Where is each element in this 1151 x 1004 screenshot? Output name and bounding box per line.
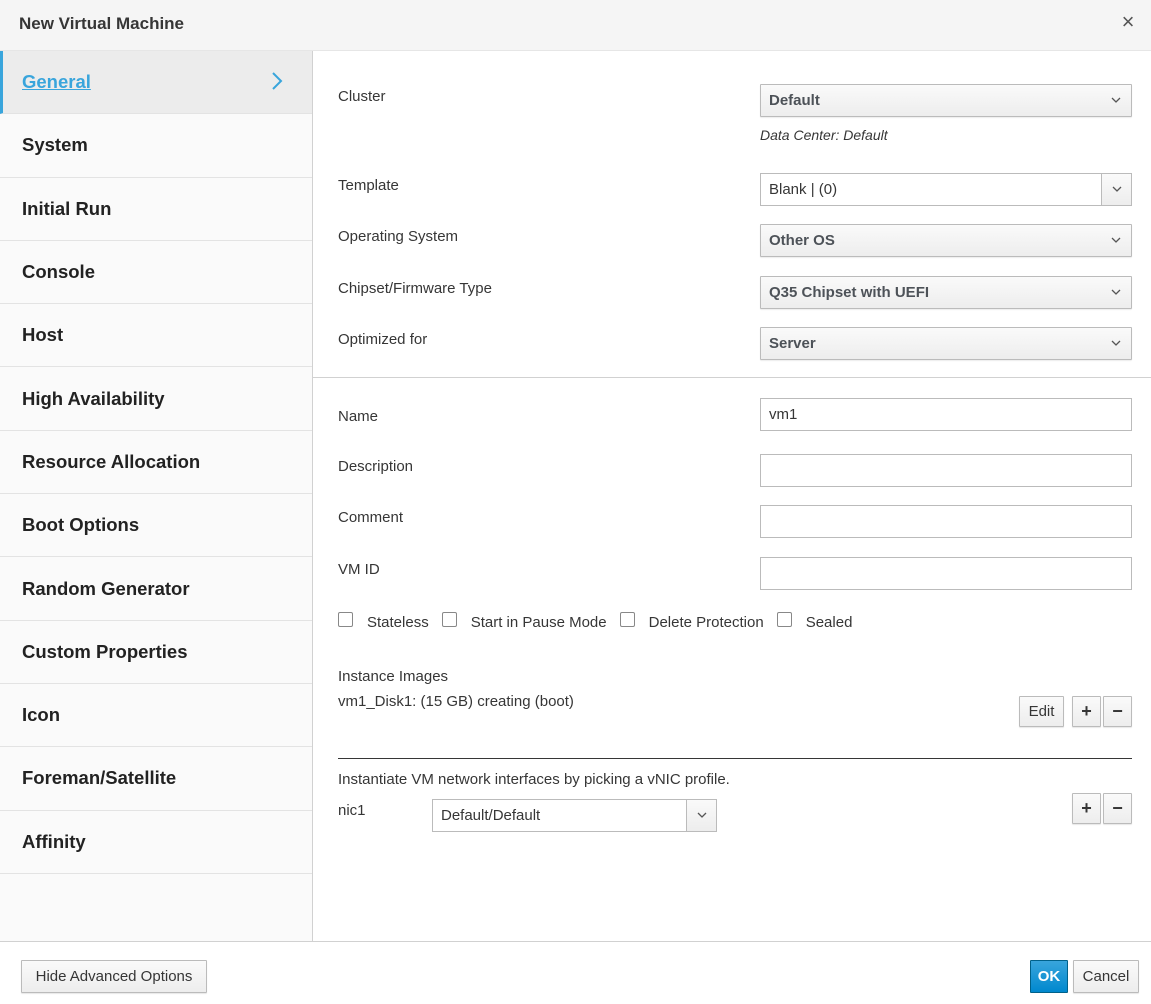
nic1-profile-value: Default/Default	[441, 807, 541, 824]
chipset-label: Chipset/Firmware Type	[338, 280, 492, 297]
sidebar-item-system[interactable]: System	[0, 114, 312, 178]
sidebar-item-resource-allocation[interactable]: Resource Allocation	[0, 430, 312, 495]
pause-mode-label: Start in Pause Mode	[470, 613, 607, 631]
sidebar-item-label: Foreman/Satellite	[22, 767, 177, 789]
sidebar-item-label: Console	[22, 261, 95, 283]
chevron-right-icon	[272, 72, 283, 90]
minus-icon: −	[1112, 701, 1123, 721]
disk-entry: vm1_Disk1: (15 GB) creating (boot)	[338, 693, 574, 710]
edit-disk-button[interactable]: Edit	[1019, 696, 1064, 727]
sidebar-item-initial-run[interactable]: Initial Run	[0, 177, 312, 241]
sidebar-item-label: Initial Run	[22, 197, 112, 219]
sidebar-item-icon[interactable]: Icon	[0, 683, 312, 748]
template-dropdown-button[interactable]	[1101, 174, 1131, 205]
sidebar-item-label: High Availability	[22, 387, 165, 409]
nic1-label: nic1	[338, 802, 366, 819]
vm-flags: Stateless Start in Pause Mode Delete Pro…	[338, 611, 865, 633]
sidebar-item-label: Affinity	[22, 830, 86, 852]
sidebar-item-console[interactable]: Console	[0, 240, 312, 305]
vm-id-label: VM ID	[338, 561, 380, 578]
chevron-down-icon	[1111, 289, 1121, 295]
optimized-label: Optimized for	[338, 331, 428, 348]
sidebar-item-label: General	[22, 71, 91, 93]
minus-icon: −	[1112, 798, 1123, 818]
plus-icon: +	[1081, 701, 1092, 721]
stateless-checkbox[interactable]	[338, 611, 353, 627]
os-label: Operating System	[338, 228, 459, 245]
vnic-intro: Instantiate VM network interfaces by pic…	[338, 771, 730, 788]
sidebar-item-label: Boot Options	[22, 514, 140, 536]
sidebar-item-label: Random Generator	[22, 577, 190, 599]
sidebar-item-label: Resource Allocation	[22, 450, 201, 472]
comment-input[interactable]	[760, 505, 1132, 538]
cluster-select[interactable]: Default	[760, 84, 1132, 117]
chevron-down-icon	[1111, 340, 1121, 346]
nic1-dropdown-button[interactable]	[686, 800, 716, 831]
plus-icon: +	[1081, 798, 1092, 818]
cluster-value: Default	[769, 92, 820, 109]
optimized-select[interactable]: Server	[760, 327, 1132, 360]
chevron-down-icon	[1112, 186, 1122, 192]
ok-button[interactable]: OK	[1030, 960, 1068, 993]
sidebar-item-label: Icon	[22, 704, 61, 726]
description-label: Description	[338, 458, 414, 475]
chipset-value: Q35 Chipset with UEFI	[769, 284, 930, 301]
sidebar-item-high-availability[interactable]: High Availability	[0, 367, 312, 431]
nic1-profile-combo[interactable]: Default/Default	[432, 799, 717, 832]
sidebar-item-label: Host	[22, 324, 64, 346]
chevron-down-icon	[1111, 97, 1121, 103]
remove-disk-button[interactable]: −	[1103, 696, 1132, 727]
os-value: Other OS	[769, 232, 835, 249]
dialog-title: New Virtual Machine	[19, 14, 185, 33]
add-nic-button[interactable]: +	[1072, 793, 1101, 824]
pause-mode-checkbox[interactable]	[441, 611, 457, 627]
dialog-header: New Virtual Machine ×	[0, 0, 1151, 51]
template-label: Template	[338, 177, 399, 194]
sidebar-item-custom-properties[interactable]: Custom Properties	[0, 620, 312, 684]
sidebar-item-host[interactable]: Host	[0, 304, 312, 368]
comment-label: Comment	[338, 509, 404, 526]
sidebar-item-random-generator[interactable]: Random Generator	[0, 557, 312, 621]
sidebar-item-boot-options[interactable]: Boot Options	[0, 494, 312, 558]
os-select[interactable]: Other OS	[760, 224, 1132, 257]
sidebar-item-foreman-satellite[interactable]: Foreman/Satellite	[0, 747, 312, 811]
sidebar-item-label: Custom Properties	[22, 640, 188, 662]
vm-id-input[interactable]	[760, 557, 1132, 590]
cluster-label: Cluster	[338, 88, 386, 105]
sealed-label: Sealed	[805, 613, 853, 631]
data-center-note: Data Center: Default	[760, 127, 888, 143]
sealed-checkbox[interactable]	[776, 611, 792, 627]
instance-images-label: Instance Images	[338, 668, 449, 685]
dialog-footer: Hide Advanced Options OK Cancel	[0, 941, 1151, 1004]
cancel-button[interactable]: Cancel	[1073, 960, 1139, 993]
chevron-down-icon	[1111, 237, 1121, 243]
template-combo[interactable]: Blank | (0)	[760, 173, 1132, 206]
chevron-down-icon	[697, 812, 707, 818]
add-disk-button[interactable]: +	[1072, 696, 1101, 727]
delete-protection-checkbox[interactable]	[619, 611, 635, 627]
sidebar-item-label: System	[22, 134, 88, 156]
sidebar-item-affinity[interactable]: Affinity	[0, 810, 312, 874]
hide-advanced-options-button[interactable]: Hide Advanced Options	[21, 960, 207, 993]
optimized-value: Server	[769, 335, 816, 352]
chipset-select[interactable]: Q35 Chipset with UEFI	[760, 276, 1132, 309]
stateless-label: Stateless	[367, 613, 429, 631]
sidebar-item-general[interactable]: General	[0, 51, 312, 115]
name-input[interactable]: vm1	[760, 398, 1132, 431]
section-separator	[338, 758, 1132, 759]
remove-nic-button[interactable]: −	[1103, 793, 1132, 824]
name-label: Name	[338, 408, 379, 425]
close-icon[interactable]: ×	[1119, 10, 1137, 34]
delete-protection-label: Delete Protection	[648, 613, 764, 631]
template-value: Blank | (0)	[769, 181, 838, 198]
description-input[interactable]	[760, 454, 1132, 487]
section-divider	[313, 377, 1151, 378]
general-panel: Cluster Default Data Center: Default Tem…	[313, 51, 1151, 941]
sidebar: General System Initial Run Console Host …	[0, 51, 313, 941]
